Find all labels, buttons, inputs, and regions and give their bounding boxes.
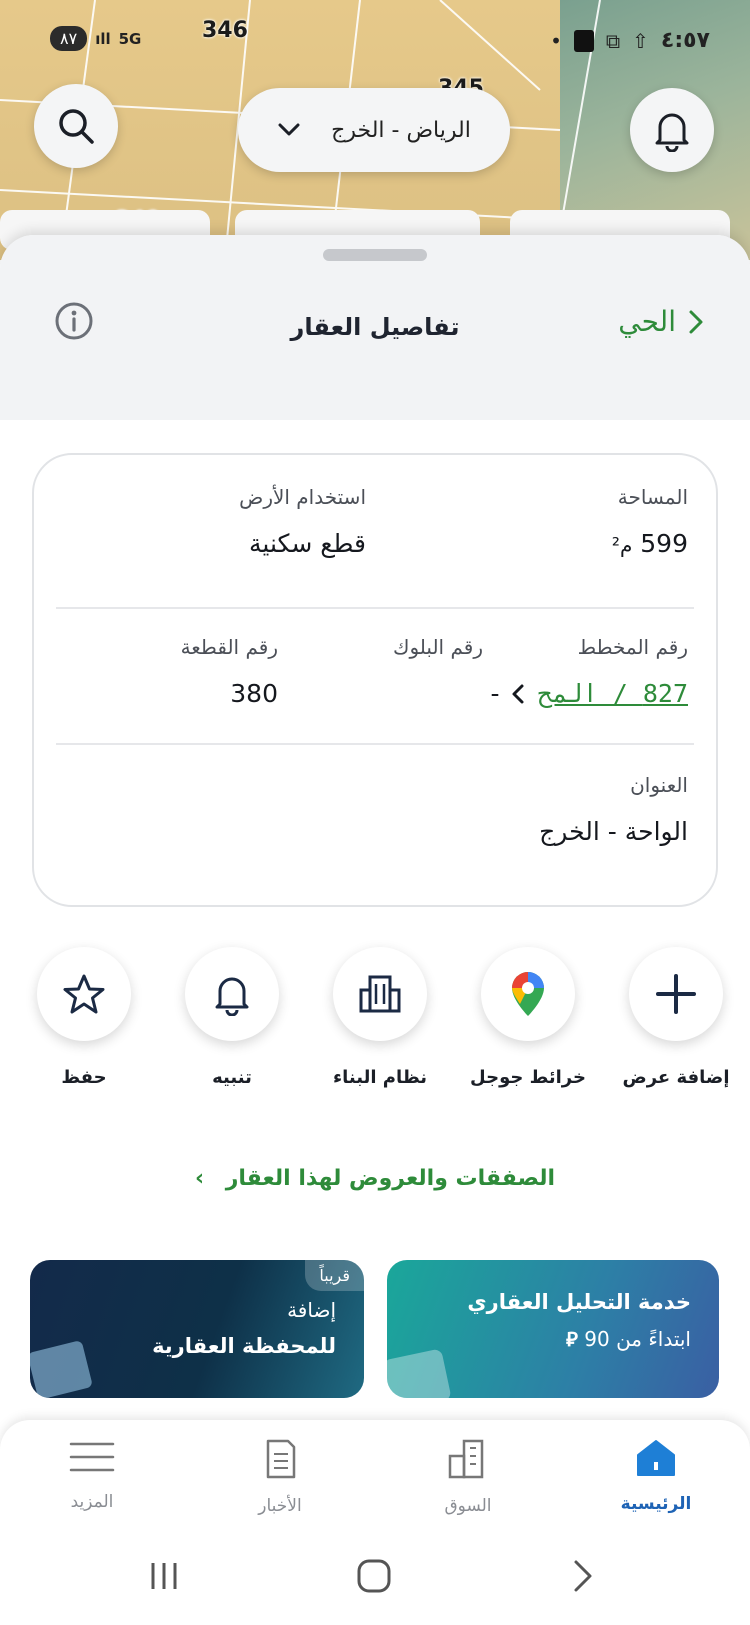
analysis-price: ابتداءً من 90 — [584, 1327, 691, 1351]
district-link[interactable]: الحي — [618, 305, 704, 338]
google-maps-button[interactable]: خرائط جوجل — [463, 947, 593, 1088]
google-maps-label: خرائط جوجل — [470, 1067, 586, 1088]
plus-icon — [656, 974, 696, 1014]
notifications-button[interactable] — [630, 88, 714, 172]
nav-market-label: السوق — [444, 1496, 492, 1516]
portfolio-card[interactable]: قريباً إضافة للمحفظة العقارية — [30, 1260, 364, 1398]
nav-more-label: المزيد — [70, 1492, 114, 1512]
address-field: العنوان الواحة - الخرج — [539, 773, 688, 846]
calculator-illustration-icon — [30, 1339, 93, 1398]
status-bar: ٨٧ ıll 5G • ⧉ ⇧ ٤:٥٧ — [0, 22, 750, 62]
chevron-right-icon — [689, 310, 703, 333]
google-maps-circle[interactable] — [481, 947, 575, 1041]
land-use-label: استخدام الأرض — [239, 485, 366, 509]
screenshot-icon: ⧉ — [605, 28, 621, 53]
nav-more[interactable]: المزيد — [32, 1438, 152, 1512]
portfolio-title: إضافة — [287, 1298, 336, 1322]
nav-news[interactable]: الأخبار — [220, 1438, 340, 1516]
location-selector[interactable]: الرياض - الخرج — [238, 88, 510, 172]
search-button[interactable] — [34, 84, 118, 168]
upload-icon: ⇧ — [632, 28, 649, 53]
plot-value: 380 — [230, 679, 278, 708]
chevron-left-icon — [512, 684, 524, 703]
nav-home-label: الرئيسية — [620, 1494, 692, 1514]
save-circle[interactable] — [37, 947, 131, 1041]
analysis-service-card[interactable]: خدمة التحليل العقاري ابتداءً من 90 ⃁ — [387, 1260, 719, 1398]
analysis-service-title: خدمة التحليل العقاري — [467, 1290, 691, 1314]
address-value: الواحة - الخرج — [539, 817, 688, 846]
save-label: حفظ — [61, 1067, 107, 1088]
area-number: 599 — [640, 529, 688, 558]
district-label: الحي — [618, 305, 676, 338]
save-button[interactable]: حفظ — [19, 947, 149, 1088]
block-field: رقم البلوك — [393, 635, 483, 659]
block-label: رقم البلوك — [392, 635, 483, 659]
alert-circle[interactable] — [185, 947, 279, 1041]
plan-field: رقم المخطط 827 / المح - — [490, 635, 688, 708]
property-details-sheet: تفاصيل العقار الحي — [0, 235, 750, 1625]
add-offer-label: إضافة عرض — [622, 1067, 730, 1088]
app-notification-icon — [573, 29, 594, 52]
area-unit: م² — [611, 533, 633, 557]
bell-icon — [655, 113, 689, 152]
home-icon — [637, 1440, 675, 1476]
plan-number-link[interactable]: 827 / المح — [537, 679, 688, 708]
chevron-down-icon — [278, 123, 300, 136]
action-buttons: إضافة عرض خرائط جوجل نظام البناء تنبيه ح… — [0, 947, 750, 1107]
property-details-card: المساحة 599 م² استخدام الأرض قطع سكنية ر… — [32, 453, 718, 907]
plot-field: رقم القطعة 380 — [181, 635, 278, 708]
network-type: 5G — [118, 29, 142, 48]
building-icon — [359, 975, 401, 1013]
notification-dot-icon: • — [550, 28, 562, 53]
sheet-header: تفاصيل العقار الحي — [0, 235, 750, 420]
search-icon — [59, 109, 94, 144]
market-icon — [448, 1439, 484, 1479]
land-use-value: قطع سكنية — [249, 529, 366, 558]
building-code-button[interactable]: نظام البناء — [315, 947, 445, 1088]
plot-label: رقم القطعة — [180, 635, 278, 659]
building-code-label: نظام البناء — [332, 1067, 428, 1088]
home-system-icon[interactable] — [356, 1558, 392, 1594]
system-navigation-bar — [0, 1532, 750, 1625]
deals-offers-link[interactable]: ‹ الصفقات والعروض لهذا العقار — [0, 1166, 750, 1191]
area-value: 599 م² — [612, 529, 688, 558]
nav-news-label: الأخبار — [258, 1496, 302, 1516]
add-offer-circle[interactable] — [629, 947, 723, 1041]
back-icon[interactable] — [572, 1558, 594, 1594]
coming-soon-badge: قريباً — [305, 1260, 364, 1291]
clock: ٤:٥٧ — [660, 28, 710, 53]
block-value: - — [490, 679, 500, 708]
nav-home[interactable]: الرئيسية — [596, 1438, 716, 1514]
divider — [56, 743, 694, 745]
portfolio-subtitle: للمحفظة العقارية — [152, 1334, 336, 1358]
land-use-field: استخدام الأرض قطع سكنية — [239, 485, 366, 558]
star-icon — [63, 974, 105, 1014]
location-label: الرياض - الخرج — [331, 117, 471, 143]
google-maps-icon — [512, 972, 544, 1016]
divider — [56, 607, 694, 609]
analysis-service-subtitle: ابتداءً من 90 ⃁ — [415, 1326, 691, 1352]
add-offer-button[interactable]: إضافة عرض — [611, 947, 741, 1088]
battery-indicator: ٨٧ — [50, 26, 88, 51]
recent-apps-icon[interactable] — [148, 1560, 180, 1592]
menu-icon — [69, 1442, 115, 1472]
plan-row: 827 / المح - — [490, 679, 688, 708]
signal-icon: ıll — [95, 29, 111, 48]
card-illustration-icon — [387, 1348, 452, 1398]
bottom-navigation: الرئيسية السوق الأخبار المزيد — [0, 1420, 750, 1532]
alert-label: تنبيه — [212, 1067, 252, 1088]
building-code-circle[interactable] — [333, 947, 427, 1041]
deals-offers-label: الصفقات والعروض لهذا العقار — [225, 1166, 556, 1191]
address-label: العنوان — [630, 773, 688, 797]
area-field: المساحة 599 م² — [612, 485, 688, 558]
plan-label: رقم المخطط — [577, 635, 688, 659]
bell-icon — [215, 977, 249, 1016]
chevron-left-icon: ‹ — [194, 1166, 205, 1191]
news-icon — [266, 1439, 296, 1479]
area-label: المساحة — [617, 485, 688, 509]
alert-button[interactable]: تنبيه — [167, 947, 297, 1088]
drag-handle[interactable] — [323, 249, 427, 261]
riyal-icon: ⃁ — [566, 1327, 578, 1351]
nav-market[interactable]: السوق — [408, 1438, 528, 1516]
